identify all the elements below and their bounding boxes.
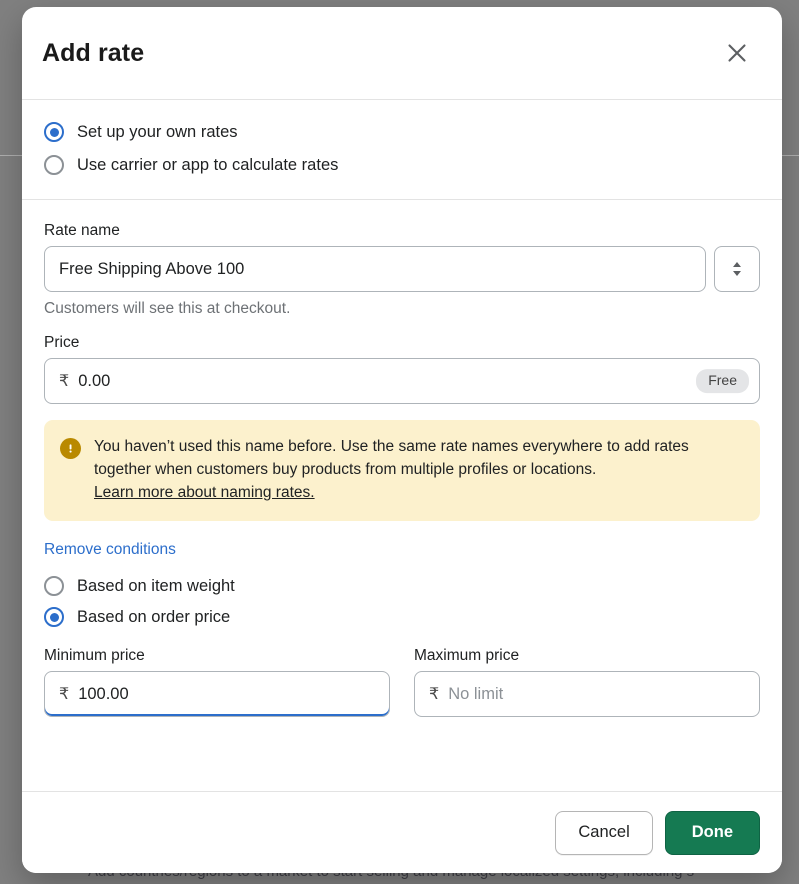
price-input[interactable]: ₹ 0.00 Free	[44, 358, 760, 404]
rate-type-section: Set up your own rates Use carrier or app…	[22, 100, 782, 200]
rate-name-input[interactable]: Free Shipping Above 100	[44, 246, 706, 292]
remove-conditions-link[interactable]: Remove conditions	[44, 541, 176, 559]
banner-message: You haven’t used this name before. Use t…	[94, 438, 689, 478]
radio-based-on-order-price[interactable]: Based on order price	[44, 607, 760, 628]
price-value: 0.00	[78, 371, 111, 390]
radio-label: Set up your own rates	[77, 122, 238, 141]
page-title: Add rate	[42, 38, 145, 67]
minimum-price-group: Minimum price ₹ 100.00	[44, 647, 390, 718]
maximum-price-placeholder: No limit	[448, 684, 504, 703]
modal-body: Set up your own rates Use carrier or app…	[22, 100, 782, 791]
close-button[interactable]	[716, 32, 758, 74]
condition-type-group: Based on item weight Based on order pric…	[44, 576, 760, 628]
radio-label: Use carrier or app to calculate rates	[77, 155, 339, 174]
radio-based-on-item-weight[interactable]: Based on item weight	[44, 576, 760, 597]
radio-use-carrier-app[interactable]: Use carrier or app to calculate rates	[44, 155, 760, 175]
close-icon	[728, 44, 746, 62]
done-button[interactable]: Done	[664, 810, 760, 855]
rate-name-row: Free Shipping Above 100	[44, 246, 760, 292]
warning-icon	[60, 438, 81, 459]
rate-name-value: Free Shipping Above 100	[59, 259, 245, 278]
price-group: Price ₹ 0.00 Free	[44, 334, 760, 404]
radio-indicator	[44, 155, 64, 175]
radio-label: Based on order price	[77, 607, 231, 626]
rate-name-select-button[interactable]	[714, 246, 760, 292]
add-rate-modal: Add rate Set up your own rates Use carri…	[22, 7, 782, 873]
price-range-group: Minimum price ₹ 100.00 Maximum price ₹ N…	[44, 647, 760, 718]
maximum-price-group: Maximum price ₹ No limit	[414, 647, 760, 718]
chevron-up-down-icon	[733, 262, 741, 276]
maximum-price-label: Maximum price	[414, 647, 520, 665]
modal-footer: Cancel Done	[22, 791, 782, 873]
radio-indicator	[44, 607, 64, 628]
minimum-price-input[interactable]: ₹ 100.00	[44, 671, 390, 718]
naming-warning-banner: You haven’t used this name before. Use t…	[44, 420, 760, 522]
price-label: Price	[44, 334, 80, 351]
radio-indicator	[44, 122, 64, 142]
rate-details-section: Rate name Free Shipping Above 100 Custom…	[22, 200, 782, 735]
currency-symbol: ₹	[59, 373, 70, 390]
maximum-price-input[interactable]: ₹ No limit	[414, 671, 760, 718]
minimum-price-label: Minimum price	[44, 647, 145, 665]
modal-header: Add rate	[22, 7, 782, 100]
learn-more-link[interactable]: Learn more about naming rates.	[94, 484, 315, 501]
minimum-price-value: 100.00	[78, 684, 129, 703]
radio-label: Based on item weight	[77, 576, 235, 595]
free-badge: Free	[696, 369, 749, 393]
rate-name-group: Rate name Free Shipping Above 100 Custom…	[44, 222, 760, 318]
currency-symbol: ₹	[429, 686, 440, 704]
radio-set-own-rates[interactable]: Set up your own rates	[44, 122, 760, 142]
currency-symbol: ₹	[59, 686, 70, 704]
rate-name-label: Rate name	[44, 222, 120, 239]
rate-name-help: Customers will see this at checkout.	[44, 300, 291, 317]
cancel-button[interactable]: Cancel	[555, 810, 653, 855]
banner-text-block: You haven’t used this name before. Use t…	[94, 436, 744, 504]
radio-indicator	[44, 576, 64, 597]
